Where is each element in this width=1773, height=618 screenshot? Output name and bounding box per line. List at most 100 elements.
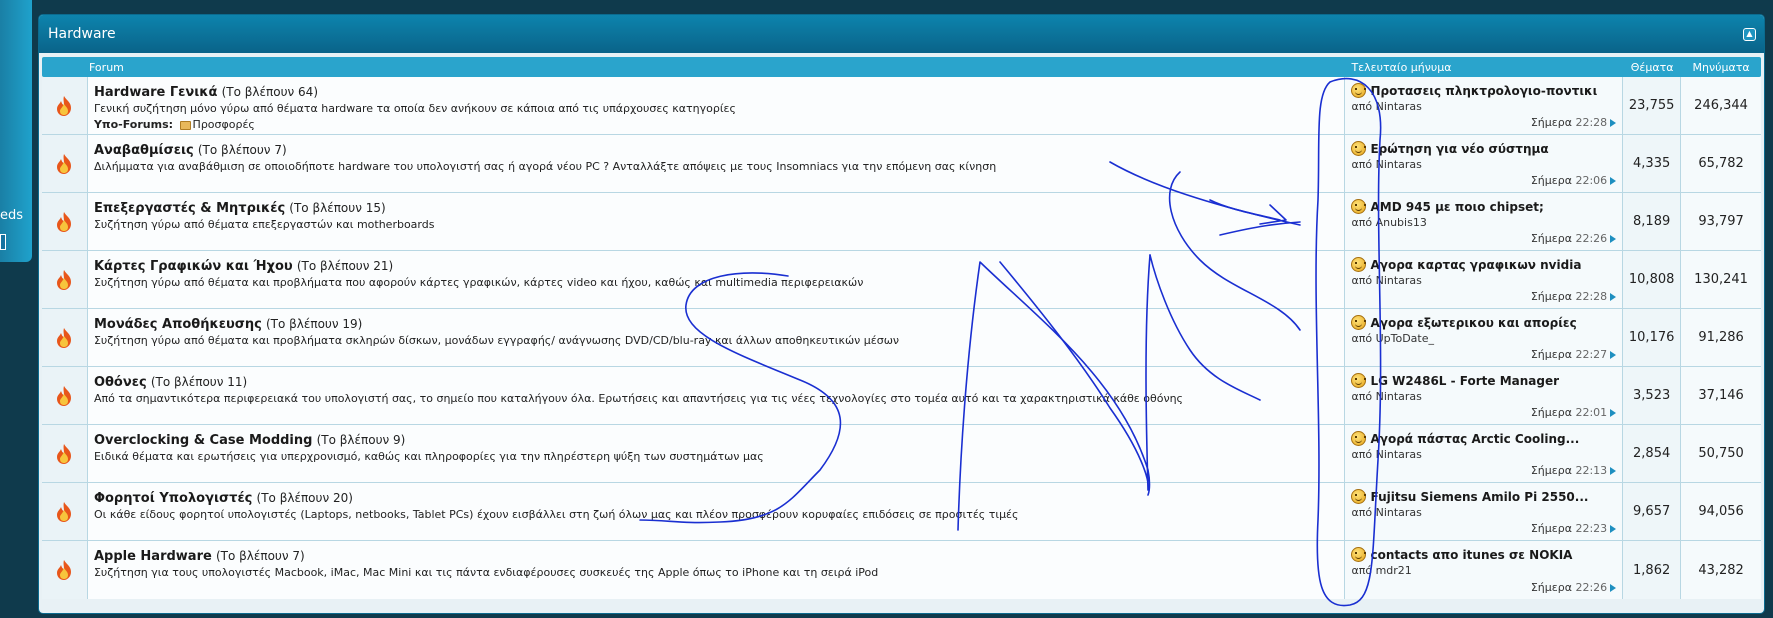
threads-count: 4,335 (1623, 135, 1682, 192)
posts-count: 93,797 (1681, 193, 1762, 250)
sidebar-button[interactable] (0, 234, 6, 250)
last-post-title-link[interactable]: Fujitsu Siemens Amilo Pi 2550... (1370, 490, 1588, 504)
collapse-icon[interactable]: ▲ (1743, 27, 1756, 41)
forum-viewers: (Το βλέπουν 7) (215, 549, 305, 563)
forum-status-icon-cell (42, 541, 88, 599)
threads-count: 1,862 (1623, 541, 1682, 599)
subforum-link[interactable]: Προσφορές (193, 118, 255, 131)
last-post-date: Σήμερα 22:13 (1531, 464, 1617, 477)
forum-title-link[interactable]: Μονάδες Αποθήκευσης (94, 317, 262, 332)
go-to-last-post-icon[interactable] (1610, 119, 1617, 127)
go-to-last-post-icon[interactable] (1610, 351, 1617, 359)
forum-info: Μονάδες Αποθήκευσης (Το βλέπουν 19) Συζή… (87, 309, 1346, 366)
folder-icon (179, 120, 191, 130)
posts-count: 94,056 (1681, 483, 1762, 540)
last-post-author[interactable]: από Nintaras (1351, 389, 1616, 405)
flame-icon (54, 559, 74, 581)
go-to-last-post-icon[interactable] (1610, 525, 1617, 533)
last-post-cell: Αγορα εξωτερικου και απορίες από UpToDat… (1345, 309, 1624, 366)
forum-info: Αναβαθμίσεις (Το βλέπουν 7) Διλήμματα γι… (87, 135, 1346, 192)
last-post-title-link[interactable]: contacts απο itunes σε NOKIA (1370, 548, 1572, 562)
last-post-cell: Προτασεις πληκτρολογιο-ποντικι από Ninta… (1345, 77, 1624, 134)
forum-row: Οθόνες (Το βλέπουν 11) Από τα σημαντικότ… (42, 367, 1762, 425)
forum-title-link[interactable]: Overclocking & Case Modding (94, 433, 313, 448)
go-to-last-post-icon[interactable] (1610, 409, 1617, 417)
smiley-icon (1351, 547, 1367, 562)
forum-info: Κάρτες Γραφικών και Ήχου (Το βλέπουν 21)… (87, 251, 1346, 308)
forum-status-icon-cell (42, 135, 88, 192)
posts-count: 43,282 (1681, 541, 1762, 599)
forum-title-link[interactable]: Επεξεργαστές & Μητρικές (94, 201, 285, 216)
threads-count: 23,755 (1623, 77, 1682, 134)
last-post-title-link[interactable]: Προτασεις πληκτρολογιο-ποντικι (1370, 84, 1597, 98)
last-post-date: Σήμερα 22:28 (1530, 290, 1617, 303)
last-post-author[interactable]: από Nintaras (1351, 273, 1616, 289)
last-post-cell: LG W2486L - Forte Manager από Nintaras Σ… (1345, 367, 1624, 424)
threads-count: 9,657 (1623, 483, 1682, 540)
posts-count: 246,344 (1681, 77, 1762, 134)
forum-status-icon-cell (42, 193, 88, 250)
last-post-date: Σήμερα 22:06 (1531, 174, 1617, 187)
last-post-date: Σήμερα 22:27 (1531, 348, 1617, 361)
forum-title-link[interactable]: Αναβαθμίσεις (94, 143, 194, 158)
last-post-author[interactable]: από Nintaras (1351, 447, 1616, 463)
column-header: Forum Τελευταίο μήνυμα Θέματα Μηνύματα (42, 57, 1761, 77)
forum-title-link[interactable]: Apple Hardware (94, 549, 212, 564)
forum-row: Μονάδες Αποθήκευσης (Το βλέπουν 19) Συζή… (42, 309, 1762, 367)
flame-icon (54, 95, 74, 117)
forum-title-link[interactable]: Κάρτες Γραφικών και Ήχου (94, 259, 293, 274)
flame-icon (54, 501, 74, 523)
last-post-cell: Αγορά πάστας Arctic Cooling... από Ninta… (1345, 425, 1624, 482)
forum-info: Φορητοί Υπολογιστές (Το βλέπουν 20) Οι κ… (87, 483, 1346, 540)
forum-description: Οι κάθε είδους φορητοί υπολογιστές (Lapt… (93, 508, 1019, 521)
last-post-author[interactable]: από Nintaras (1351, 157, 1616, 173)
posts-count: 130,241 (1681, 251, 1762, 308)
left-sidebar: eds (0, 0, 32, 262)
last-post-title-link[interactable]: Αγορα καρτας γραφικων nvidia (1370, 258, 1581, 272)
last-post-title-link[interactable]: Αγορα εξωτερικου και απορίες (1370, 316, 1576, 330)
last-post-day: Σήμερα (1530, 581, 1572, 594)
last-post-title-link[interactable]: Αγορά πάστας Arctic Cooling... (1370, 432, 1579, 446)
go-to-last-post-icon[interactable] (1610, 584, 1617, 592)
forum-row: Επεξεργαστές & Μητρικές (Το βλέπουν 15) … (42, 193, 1762, 251)
last-post-title-link[interactable]: Ερώτηση για νέο σύστημα (1370, 142, 1548, 156)
posts-count: 91,286 (1681, 309, 1762, 366)
forum-title-link[interactable]: Hardware Γενικά (94, 85, 218, 100)
forum-row: Apple Hardware (Το βλέπουν 7) Συζήτηση γ… (42, 541, 1762, 599)
last-post-cell: AMD 945 με ποιο chipset; από Anubis13 Σή… (1345, 193, 1624, 250)
posts-count: 50,750 (1681, 425, 1762, 482)
last-post-title-link[interactable]: AMD 945 με ποιο chipset; (1370, 200, 1543, 214)
forum-status-icon-cell (42, 367, 88, 424)
go-to-last-post-icon[interactable] (1610, 177, 1617, 185)
forum-viewers: (Το βλέπουν 15) (289, 201, 386, 215)
flame-icon (54, 153, 74, 175)
forum-viewers: (Το βλέπουν 9) (316, 433, 406, 447)
last-post-author[interactable]: από Nintaras (1351, 505, 1616, 521)
sidebar-text: eds (0, 208, 24, 223)
last-post-date: Σήμερα 22:26 (1530, 581, 1617, 594)
smiley-icon (1351, 141, 1367, 156)
go-to-last-post-icon[interactable] (1610, 235, 1617, 243)
go-to-last-post-icon[interactable] (1610, 467, 1617, 475)
go-to-last-post-icon[interactable] (1610, 293, 1617, 301)
last-post-author[interactable]: από Nintaras (1351, 99, 1616, 115)
last-post-time: 22:01 (1575, 406, 1608, 419)
last-post-title-link[interactable]: LG W2486L - Forte Manager (1370, 374, 1559, 388)
last-post-time: 22:26 (1575, 232, 1608, 245)
forum-status-icon-cell (42, 251, 88, 308)
last-post-time: 22:06 (1575, 174, 1608, 187)
last-post-day: Σήμερα (1530, 232, 1572, 245)
forum-title-link[interactable]: Οθόνες (94, 375, 147, 390)
last-post-day: Σήμερα (1530, 290, 1572, 303)
last-post-author[interactable]: από Anubis13 (1351, 215, 1616, 231)
category-title[interactable]: Hardware (48, 26, 116, 42)
last-post-author[interactable]: από UpToDate_ (1351, 331, 1616, 347)
last-post-cell: Fujitsu Siemens Amilo Pi 2550... από Nin… (1345, 483, 1624, 540)
forum-title-link[interactable]: Φορητοί Υπολογιστές (94, 491, 252, 506)
flame-icon (54, 211, 74, 233)
forum-info: Επεξεργαστές & Μητρικές (Το βλέπουν 15) … (87, 193, 1346, 250)
forum-description: Ειδικά θέματα και ερωτήσεις για υπερχρον… (93, 450, 764, 463)
forum-info: Overclocking & Case Modding (Το βλέπουν … (87, 425, 1346, 482)
last-post-author[interactable]: από mdr21 (1351, 563, 1616, 579)
subforums-label: Υπο-Forums: (93, 118, 174, 131)
